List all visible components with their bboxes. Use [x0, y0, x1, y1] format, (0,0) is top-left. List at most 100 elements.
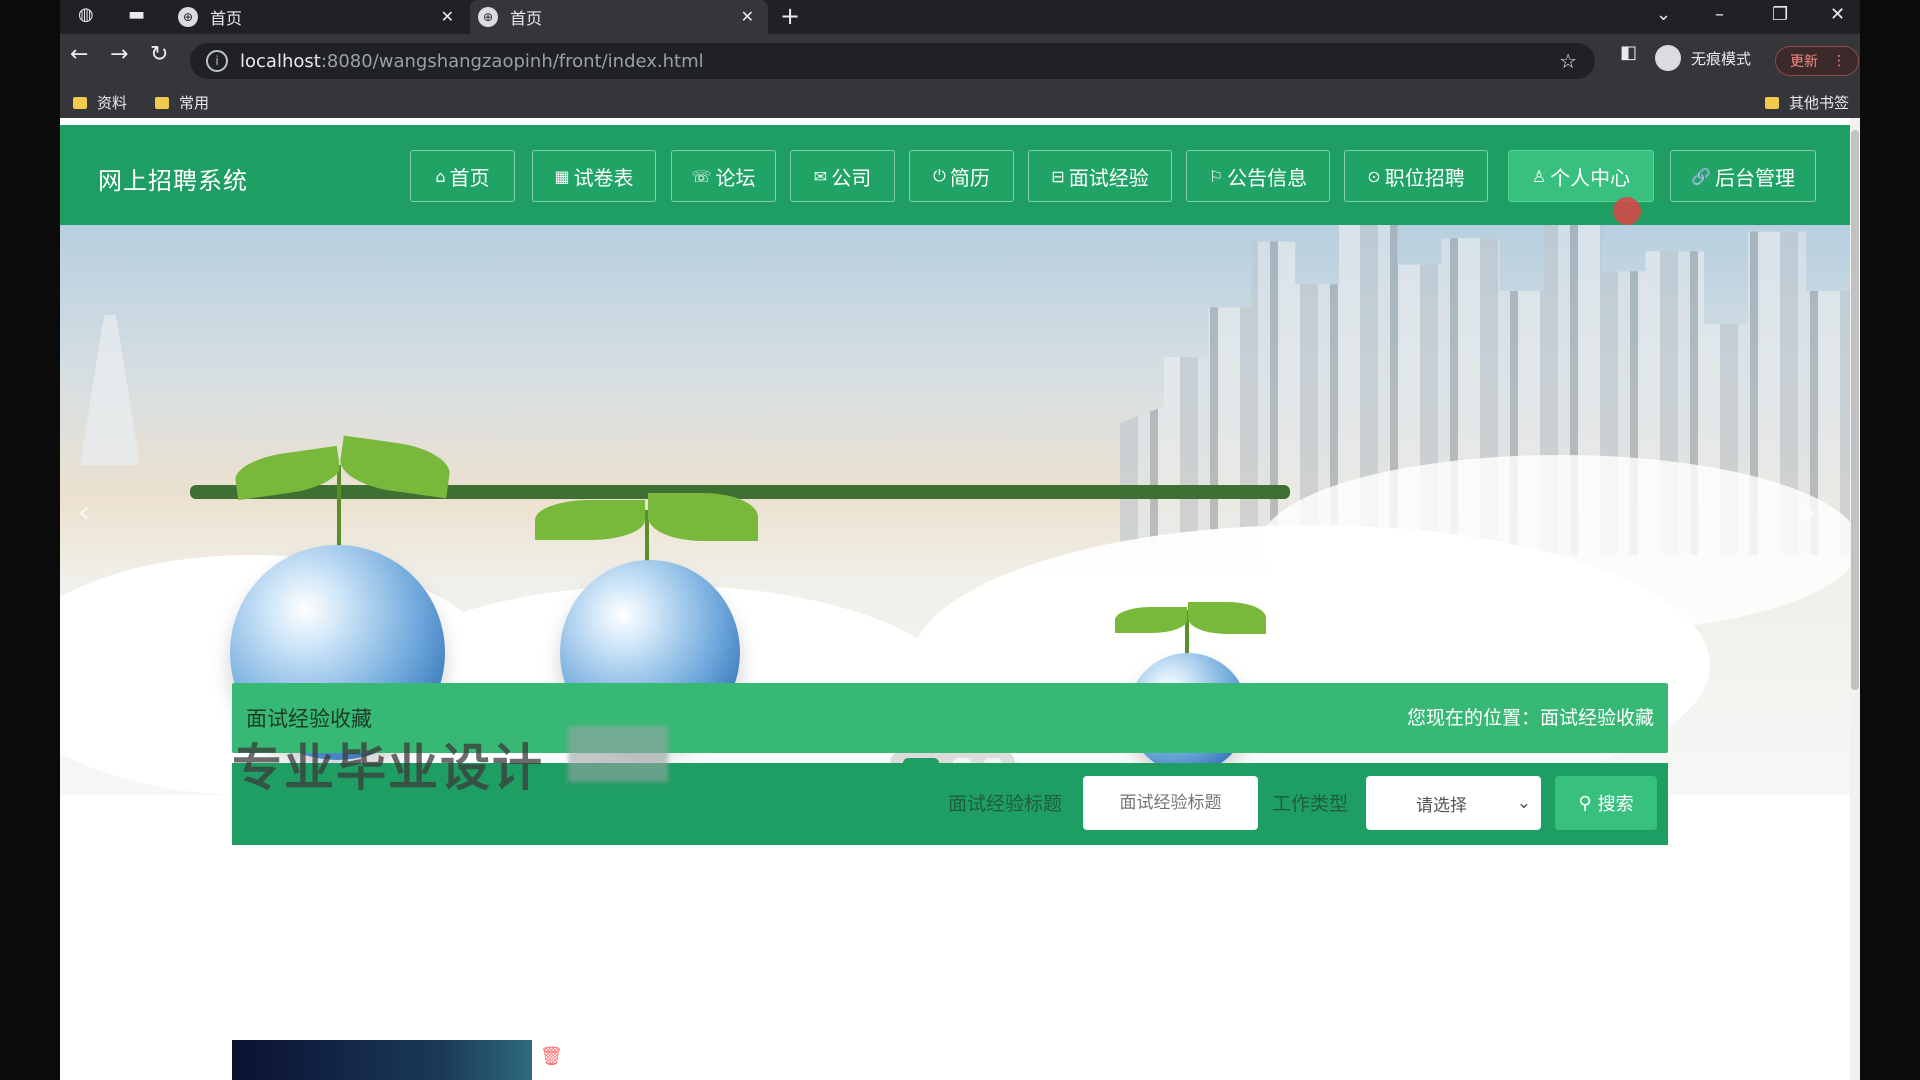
leaf-shape [535, 500, 645, 540]
close-icon[interactable]: ✕ [741, 7, 754, 26]
nav-label: 首页 [449, 165, 490, 190]
search-icon: ⚲ [1578, 792, 1592, 814]
nav-announcements[interactable]: ⚐ 公告信息 [1186, 150, 1330, 202]
leaf-shape [648, 493, 758, 541]
table-icon: ▦ [554, 166, 570, 186]
nav-exam-sheets[interactable]: ▦ 试卷表 [532, 150, 656, 202]
link-icon: 🔗 [1691, 166, 1711, 186]
nav-resume[interactable]: ⏻ 简历 [909, 150, 1014, 202]
next-slide-icon[interactable]: › [1804, 495, 1816, 530]
power-icon: ⏻ [933, 166, 946, 185]
tab-list-chevron-icon[interactable]: ⌄ [1656, 4, 1671, 25]
user-icon: ♙ [1531, 166, 1547, 186]
flag-icon: ⚐ [1208, 166, 1224, 186]
bookmark-star-icon[interactable]: ☆ [1559, 49, 1577, 73]
tab-search-icon[interactable]: ▬ [128, 4, 145, 25]
site-info-icon[interactable]: i [206, 50, 228, 72]
breadcrumb-label: 您现在的位置： [1406, 707, 1540, 729]
nav-label: 简历 [949, 165, 990, 190]
tab-label: 首页 [210, 9, 243, 28]
nav-label: 试卷表 [573, 165, 634, 190]
bookmarks-bar [60, 84, 1860, 118]
minimize-icon[interactable]: – [1715, 4, 1724, 25]
kebab-menu-icon[interactable]: ⋮ [1832, 53, 1846, 69]
page-viewport: 网上招聘系统 ⌂ 首页 ▦ 试卷表 ☏ 论坛 ✉ 公司 ⏻ 简历 ⊟ 面试经验 ⚐ 公告信息 … [60, 118, 1860, 1080]
folder-icon [73, 96, 87, 109]
title-search-input[interactable] [1083, 776, 1258, 830]
bookmark-folder-changyong[interactable]: 常用 [155, 92, 209, 113]
trash-icon[interactable]: 🗑 [540, 1046, 563, 1067]
tab-home-2[interactable]: ⊕ 首页 ✕ [470, 0, 768, 34]
globe-icon: ⊕ [178, 7, 198, 27]
browser-menu-icon[interactable]: ◍ [78, 4, 94, 25]
folder-icon [155, 96, 169, 109]
job-type-label: 工作类型 [1272, 793, 1349, 815]
print-icon: ⊟ [1051, 166, 1065, 186]
sprout-stem [337, 465, 341, 550]
incognito-icon [1655, 45, 1681, 71]
bookmark-label: 其他书签 [1789, 94, 1850, 112]
nav-home[interactable]: ⌂ 首页 [410, 150, 515, 202]
grass-horizon [190, 485, 1290, 499]
nav-company[interactable]: ✉ 公司 [790, 150, 895, 202]
close-icon[interactable]: ✕ [441, 7, 454, 26]
nav-personal-center[interactable]: ♙ 个人中心 [1508, 150, 1654, 202]
bookmark-folder-ziliao[interactable]: 资料 [73, 92, 127, 113]
chevron-down-icon: ⌄ [1516, 793, 1531, 813]
chat-icon: ☏ [691, 166, 712, 186]
incognito-label: 无痕模式 [1691, 49, 1752, 68]
tab-home-1[interactable]: ⊕ 首页 ✕ [170, 0, 468, 34]
scrollbar-thumb[interactable] [1851, 130, 1859, 690]
breadcrumb-current[interactable]: 面试经验收藏 [1540, 707, 1654, 729]
mouse-cursor-highlight [1613, 197, 1641, 225]
cloud-shape [1260, 455, 1850, 635]
leaf-shape [1115, 607, 1187, 633]
title-search-label: 面试经验标题 [948, 793, 1063, 815]
experience-thumbnail-image[interactable] [232, 1040, 532, 1080]
target-icon: ⊙ [1367, 166, 1381, 186]
nav-label: 公告信息 [1227, 165, 1308, 190]
other-bookmarks[interactable]: 其他书签 [1765, 92, 1849, 113]
nav-forum[interactable]: ☏ 论坛 [671, 150, 776, 202]
folder-icon [1765, 96, 1779, 109]
globe-icon: ⊕ [478, 7, 498, 27]
nav-admin[interactable]: 🔗 后台管理 [1670, 150, 1816, 202]
incognito-indicator[interactable]: 无痕模式 [1655, 45, 1751, 71]
forward-icon[interactable]: → [110, 42, 128, 67]
reload-icon[interactable]: ↻ [150, 42, 168, 67]
nav-label: 后台管理 [1714, 165, 1795, 190]
blurred-region [568, 726, 668, 782]
breadcrumb: 您现在的位置：面试经验收藏 [1407, 703, 1654, 730]
nav-label: 个人中心 [1550, 165, 1631, 190]
bookmark-label: 资料 [97, 94, 128, 112]
search-button[interactable]: ⚲ 搜索 [1555, 776, 1657, 830]
site-header: 网上招聘系统 ⌂ 首页 ▦ 试卷表 ☏ 论坛 ✉ 公司 ⏻ 简历 ⊟ 面试经验 ⚐ 公告信息 … [60, 125, 1850, 225]
leaf-shape [1188, 602, 1266, 634]
update-label: 更新 [1790, 54, 1818, 70]
mail-icon: ✉ [813, 166, 828, 186]
search-button-label: 搜索 [1597, 794, 1634, 815]
tab-label: 首页 [510, 9, 543, 28]
home-icon: ⌂ [435, 166, 446, 186]
nav-label: 论坛 [715, 165, 756, 190]
address-bar[interactable]: i localhost :8080/wangshangzaopinh/front… [190, 43, 1595, 79]
job-type-select[interactable]: 请选择 ⌄ [1366, 776, 1541, 830]
nav-label: 公司 [831, 165, 872, 190]
nav-label: 面试经验 [1068, 165, 1149, 190]
site-brand: 网上招聘系统 [98, 167, 248, 195]
bookmark-label: 常用 [179, 94, 210, 112]
nav-interview-experience[interactable]: ⊟ 面试经验 [1028, 150, 1172, 202]
nav-job-recruitment[interactable]: ⊙ 职位招聘 [1344, 150, 1488, 202]
nav-label: 职位招聘 [1384, 165, 1465, 190]
window-close-icon[interactable]: ✕ [1830, 4, 1845, 25]
restore-icon[interactable]: ❐ [1772, 4, 1788, 25]
select-value: 请选择 [1416, 795, 1467, 816]
back-icon[interactable]: ← [70, 42, 88, 67]
new-tab-icon[interactable]: + [780, 2, 800, 30]
side-panel-icon[interactable]: ◧ [1620, 42, 1637, 63]
update-button[interactable]: 更新 ⋮ [1775, 46, 1859, 76]
url-path: :8080/wangshangzaopinh/front/index.html [320, 50, 704, 72]
prev-slide-icon[interactable]: ‹ [78, 495, 90, 530]
tower-image [80, 315, 140, 465]
url-host: localhost [240, 50, 321, 72]
